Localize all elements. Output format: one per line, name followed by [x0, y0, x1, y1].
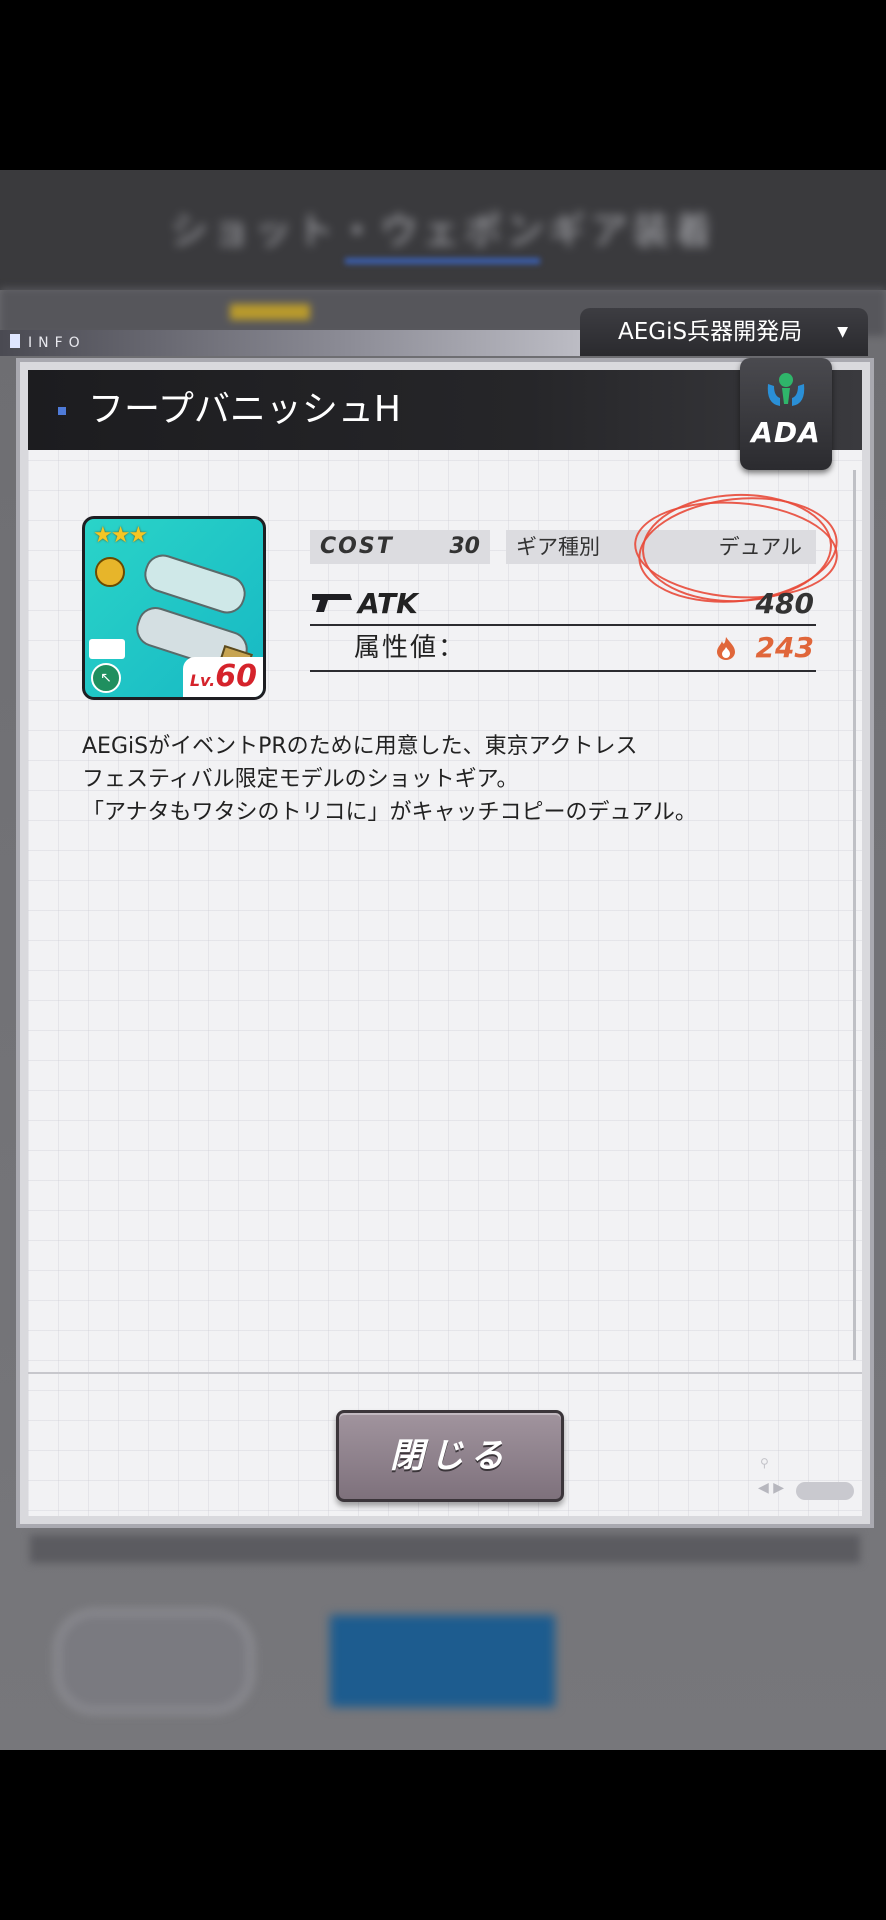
level-badge: Lv.60 [183, 657, 263, 697]
background-underline [345, 258, 540, 264]
header-bullet-icon [58, 407, 66, 415]
page-arrows-icon[interactable]: ◀ ▶ [758, 1480, 784, 1496]
department-dropdown[interactable]: AEGiS兵器開発局 ▼ [580, 308, 868, 356]
ada-emblem-icon [767, 373, 805, 406]
dropdown-arrow-icon: ▼ [837, 324, 848, 340]
footer-divider [28, 1372, 862, 1374]
info-label: INFO [28, 335, 86, 351]
attribute-value: 243 [755, 631, 814, 664]
level-value: 60 [215, 659, 257, 694]
lock-icon [95, 557, 125, 587]
search-icon[interactable]: ⚲ [760, 1456, 769, 1470]
background-bar [30, 1535, 860, 1563]
background-back-button [55, 1610, 253, 1713]
info-tab: INFO [0, 330, 580, 356]
rarity-stars: ★★★ [93, 523, 148, 548]
background-title: ショット・ウェポンギア装着 [169, 209, 716, 253]
scrollbar[interactable] [853, 470, 856, 1360]
description-line: フェスティバル限定モデルのショットギア。 [82, 767, 519, 792]
item-card[interactable]: ★★★ ↖ Lv.60 [82, 516, 266, 700]
cost-value: 30 [449, 534, 480, 559]
page-controls[interactable]: ⚲ ◀ ▶ [758, 1456, 858, 1510]
item-description: AEGiSがイベントPRのために用意した、東京アクトレス フェスティバル限定モデ… [82, 730, 822, 829]
department-label: AEGiS兵器開発局 [618, 319, 803, 345]
attribute-stat: 属性値： 243 [310, 626, 816, 672]
item-name: フープバニッシュH [88, 389, 401, 430]
gun-icon [312, 594, 352, 612]
item-info-dialog: フープバニッシュH ADA ★★★ ↖ Lv.60 COST 30 ギア種別 デ… [16, 358, 874, 1528]
ada-logo-icon: ADA [740, 358, 832, 470]
description-line: AEGiSがイベントPRのために用意した、東京アクトレス [82, 734, 638, 759]
level-prefix: Lv. [189, 671, 216, 690]
dialog-body: フープバニッシュH ADA ★★★ ↖ Lv.60 COST 30 ギア種別 デ… [28, 358, 862, 1516]
type-badge [89, 639, 125, 659]
flame-attribute-icon [717, 637, 735, 660]
background-confirm-button [330, 1615, 555, 1707]
gear-type-label: ギア種別 [516, 535, 600, 559]
dialog-header: フープバニッシュH ADA [28, 358, 862, 470]
close-button[interactable]: 閉じる [336, 1410, 564, 1502]
attribute-label: 属性値： [354, 633, 467, 663]
cost-label: COST [320, 534, 394, 559]
cursor-icon: ↖ [91, 663, 121, 693]
atk-value: 480 [755, 587, 814, 620]
cost-stat: COST 30 [310, 530, 490, 564]
info-square-icon [10, 334, 20, 348]
atk-label: ATK [358, 587, 418, 620]
description-line: 「アナタもワタシのトリコに」がキャッチコピーのデュアル。 [82, 800, 697, 825]
logo-text: ADA [751, 416, 821, 449]
page-slider[interactable] [796, 1482, 854, 1500]
atk-stat: ATK 480 [310, 584, 816, 626]
